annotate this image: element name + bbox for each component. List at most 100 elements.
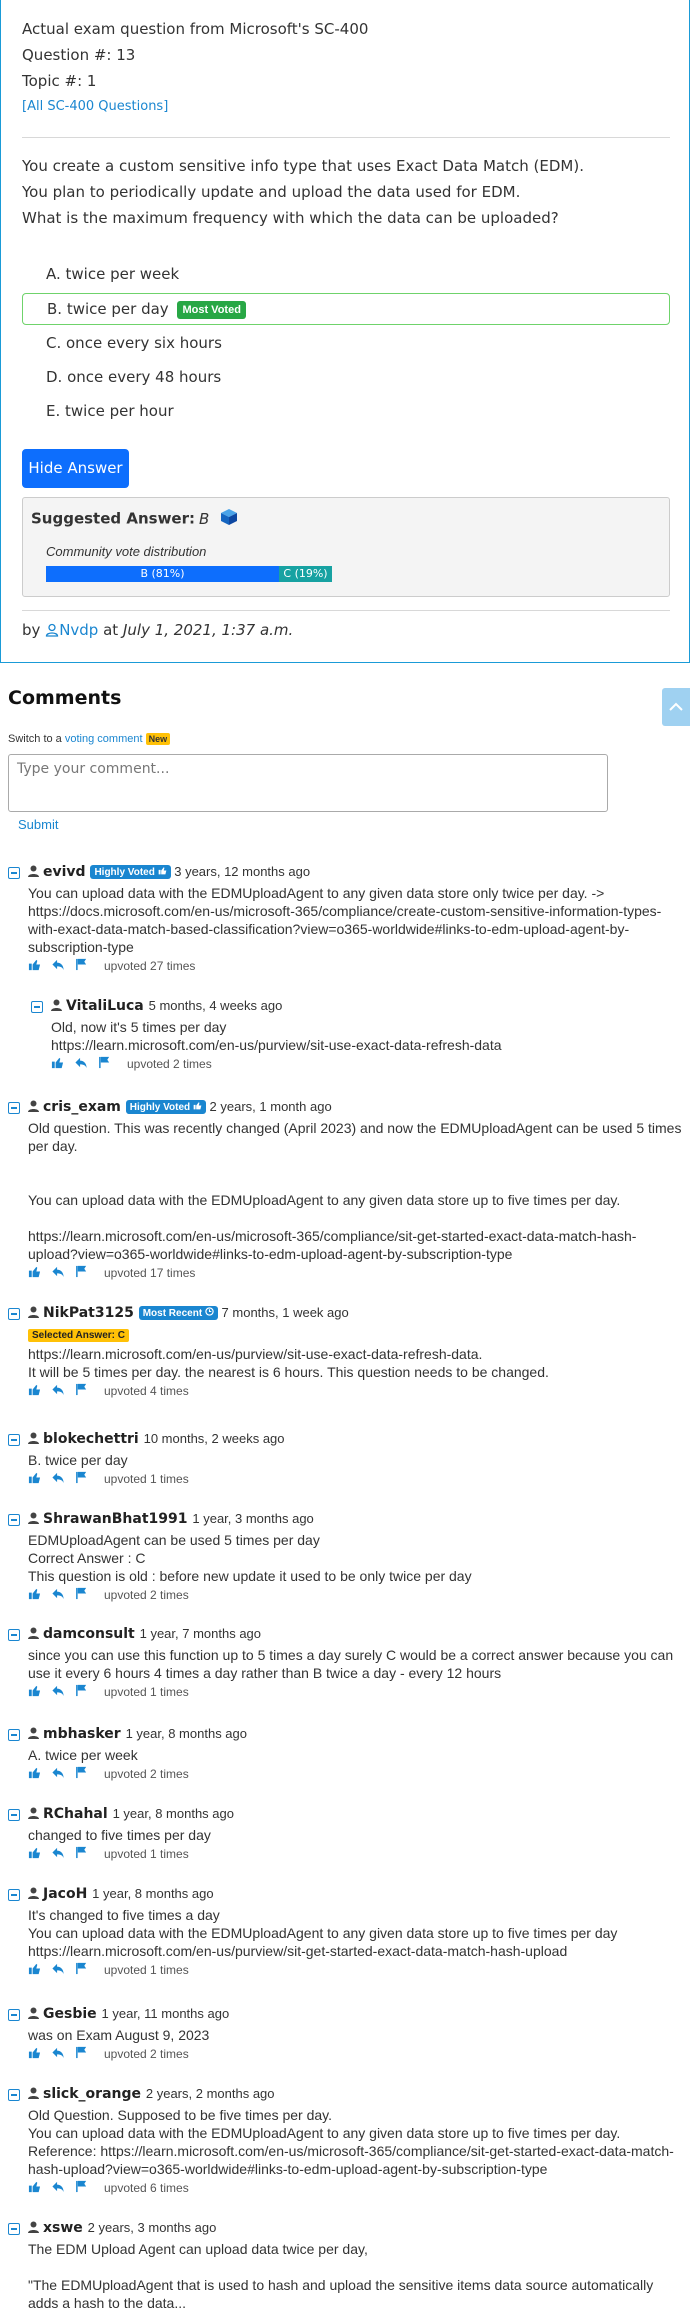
comment-actions: upvoted 2 times bbox=[31, 1054, 684, 1074]
upvote-icon bbox=[28, 2047, 41, 2059]
submit-button[interactable]: Submit bbox=[18, 817, 58, 832]
comment-username[interactable]: evivd bbox=[43, 864, 90, 880]
suggested-answer-box: Suggested Answer: B Community vote distri… bbox=[22, 497, 670, 597]
upvote-button[interactable] bbox=[28, 1587, 51, 1603]
report-button[interactable] bbox=[75, 2046, 98, 2062]
comment-username[interactable]: JacoH bbox=[43, 1886, 92, 1902]
report-button[interactable] bbox=[75, 1587, 98, 1603]
comment-username[interactable]: VitaliLuca bbox=[66, 998, 149, 1014]
reply-button[interactable] bbox=[51, 1962, 75, 1978]
report-button[interactable] bbox=[75, 1684, 98, 1700]
upvote-button[interactable] bbox=[28, 2046, 51, 2062]
collapse-icon[interactable] bbox=[8, 1889, 20, 1901]
reply-button[interactable] bbox=[74, 1056, 98, 1072]
comment-text: The EDM Upload Agent can upload data twi… bbox=[28, 2241, 654, 2311]
comment-username[interactable]: mbhasker bbox=[43, 1726, 126, 1742]
choice-d[interactable]: D. once every 48 hours bbox=[22, 361, 670, 393]
comment-time: 10 months, 2 weeks ago bbox=[143, 1431, 285, 1446]
collapse-icon[interactable] bbox=[8, 1102, 20, 1114]
comment-username[interactable]: xswe bbox=[43, 2220, 88, 2236]
comment-username[interactable]: Gesbie bbox=[43, 2006, 102, 2022]
upvote-button[interactable] bbox=[28, 1383, 51, 1399]
collapse-icon[interactable] bbox=[8, 2089, 20, 2101]
reply-button[interactable] bbox=[51, 1265, 75, 1281]
reply-button[interactable] bbox=[51, 1471, 75, 1487]
reply-button[interactable] bbox=[51, 2180, 75, 2196]
report-button[interactable] bbox=[75, 2180, 98, 2196]
upvote-icon bbox=[28, 1588, 41, 1600]
voting-comment-link[interactable]: voting comment bbox=[65, 733, 143, 745]
user-icon bbox=[28, 864, 43, 879]
upvote-button[interactable] bbox=[28, 1684, 51, 1700]
reply-button[interactable] bbox=[51, 1766, 75, 1782]
report-button[interactable] bbox=[75, 1962, 98, 1978]
upvote-button[interactable] bbox=[28, 1265, 51, 1281]
upvote-button[interactable] bbox=[28, 1846, 51, 1862]
reply-button[interactable] bbox=[51, 2046, 75, 2062]
collapse-icon[interactable] bbox=[8, 1629, 20, 1641]
comment-header: damconsult 1 year, 7 months ago bbox=[8, 1626, 684, 1646]
all-questions-link[interactable]: [All SC-400 Questions] bbox=[22, 99, 168, 114]
hide-answer-button[interactable]: Hide Answer bbox=[22, 449, 129, 488]
choice-c[interactable]: C. once every six hours bbox=[22, 327, 670, 359]
report-button[interactable] bbox=[98, 1056, 121, 1072]
comment-username[interactable]: RChahal bbox=[43, 1806, 113, 1822]
reply-icon bbox=[52, 1472, 64, 1484]
comment-username[interactable]: NikPat3125 bbox=[43, 1305, 139, 1321]
comment-time: 7 months, 1 week ago bbox=[217, 1305, 349, 1320]
upvote-button[interactable] bbox=[51, 1056, 74, 1072]
report-button[interactable] bbox=[75, 1471, 98, 1487]
report-button[interactable] bbox=[75, 1265, 98, 1281]
upvote-count: upvoted 27 times bbox=[104, 959, 196, 973]
upvote-button[interactable] bbox=[28, 2180, 51, 2196]
comment-username[interactable]: slick_orange bbox=[43, 2086, 146, 2102]
comment-username[interactable]: ShrawanBhat1991 bbox=[43, 1511, 192, 1527]
report-button[interactable] bbox=[75, 1846, 98, 1862]
choice-label: E. twice per hour bbox=[46, 402, 174, 420]
comment-header: cris_exam Highly Voted 2 years, 1 month … bbox=[8, 1099, 684, 1119]
collapse-icon[interactable] bbox=[8, 1434, 20, 1446]
user-outline-icon bbox=[45, 623, 59, 641]
collapse-icon[interactable] bbox=[8, 1809, 20, 1821]
collapse-icon[interactable] bbox=[8, 867, 20, 879]
reply-button[interactable] bbox=[51, 958, 75, 974]
collapse-icon[interactable] bbox=[8, 1308, 20, 1320]
reply-button[interactable] bbox=[51, 1383, 75, 1399]
flag-icon bbox=[99, 1056, 110, 1069]
reply-button[interactable] bbox=[51, 1587, 75, 1603]
reply-button[interactable] bbox=[51, 1684, 75, 1700]
collapse-icon[interactable] bbox=[8, 2223, 20, 2235]
upvote-button[interactable] bbox=[28, 958, 51, 974]
report-button[interactable] bbox=[75, 1383, 98, 1399]
reply-button[interactable] bbox=[51, 1846, 75, 1862]
collapse-icon[interactable] bbox=[8, 2009, 20, 2021]
report-button[interactable] bbox=[75, 958, 98, 974]
clock-icon bbox=[205, 1307, 214, 1319]
upvote-count: upvoted 1 times bbox=[104, 1963, 189, 1977]
upvote-icon bbox=[28, 959, 41, 971]
choice-a[interactable]: A. twice per week bbox=[22, 258, 670, 290]
upvote-button[interactable] bbox=[28, 1471, 51, 1487]
choice-b[interactable]: B. twice per day Most Voted bbox=[22, 293, 670, 325]
reply-icon bbox=[75, 1057, 87, 1069]
report-button[interactable] bbox=[75, 1766, 98, 1782]
collapse-icon[interactable] bbox=[8, 1729, 20, 1741]
upvote-button[interactable] bbox=[28, 1766, 51, 1782]
upvote-count: upvoted 2 times bbox=[104, 1588, 189, 1602]
comment-username[interactable]: cris_exam bbox=[43, 1099, 126, 1115]
author-link[interactable]: Nvdp bbox=[59, 621, 98, 639]
comment: JacoH 1 year, 8 months ago It's changed t… bbox=[8, 1886, 684, 1980]
comment-badge: Highly Voted bbox=[90, 865, 171, 879]
scroll-top-button[interactable] bbox=[662, 688, 690, 726]
comment-username[interactable]: damconsult bbox=[43, 1626, 140, 1642]
post-date: July 1, 2021, 1:37 a.m. bbox=[122, 621, 294, 639]
choice-e[interactable]: E. twice per hour bbox=[22, 395, 670, 427]
collapse-icon[interactable] bbox=[8, 1514, 20, 1526]
flag-icon bbox=[76, 1587, 87, 1600]
comment-input[interactable]: Type your comment... bbox=[8, 754, 608, 812]
upvote-button[interactable] bbox=[28, 1962, 51, 1978]
collapse-icon[interactable] bbox=[31, 1001, 43, 1013]
comment-text: changed to five times per day bbox=[28, 1827, 211, 1843]
upvote-count: upvoted 1 times bbox=[104, 1847, 189, 1861]
comment-username[interactable]: blokechettri bbox=[43, 1431, 144, 1447]
